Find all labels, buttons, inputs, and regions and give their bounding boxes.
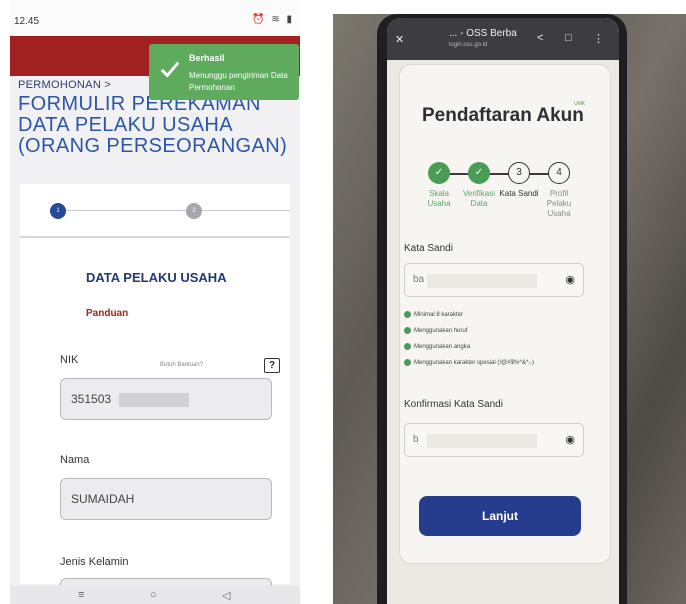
status-bar: 12.45 ⏰ ≋ ▮ [10,0,300,36]
right-phone-photo: ✕ ... - OSS Berba login.oss.go.id < □ ⋮ … [333,14,686,604]
eye-icon[interactable]: ◉ [565,264,575,296]
status-icons: ⏰ ≋ ▮ [252,14,294,25]
password-value: ba [413,274,425,285]
redacted-area [427,434,537,448]
nama-input[interactable]: SUMAIDAH [60,478,272,520]
lanjut-button[interactable]: Lanjut [419,496,581,536]
toast-title: Berhasil [189,53,225,63]
stepper-line [54,210,290,211]
check-icon [404,311,411,318]
check-icon [404,327,411,334]
stepper: 1 2 [20,184,290,238]
toast-message: Menunggu pengiriman Data Permohonan [189,71,288,92]
section-title: DATA PELAKU USAHA [86,270,227,285]
requirement-2: Menggunakan huruf [404,327,467,334]
step-label-kata-sandi: Kata Sandi [499,189,539,198]
home-icon[interactable]: ○ [150,589,157,601]
requirement-1: Minimal 8 karakter [404,311,463,318]
panduan-link[interactable]: Panduan [86,308,128,319]
confirm-password-input[interactable]: b ◉ [404,423,584,457]
check-icon [404,359,411,366]
help-button[interactable]: ? [264,358,280,373]
check-icon [404,343,411,350]
confirm-password-value: b [413,434,419,445]
step-label-skala: Skala Usaha [427,189,451,208]
jenis-kelamin-label: Jenis Kelamin [60,556,129,568]
requirement-3: Menggunakan angka [404,343,470,350]
step-profil[interactable]: 4 [548,162,570,184]
bookmark-icon[interactable]: □ [565,32,572,44]
eye-icon[interactable]: ◉ [565,424,575,456]
page-title: Pendaftaran Akun [422,105,584,126]
redacted-area [119,393,189,407]
breadcrumb[interactable]: PERMOHONAN > [18,79,111,91]
step-verifikasi-data[interactable]: ✓ [468,162,490,184]
back-icon[interactable]: ◁ [222,589,230,602]
step-label-verifikasi: Verifikasi Data [462,189,495,208]
menu-icon[interactable]: ≡ [78,589,84,601]
browser-url: login.oss.go.id [449,42,488,48]
step-2[interactable]: 2 [186,203,202,219]
close-icon[interactable]: ✕ [395,33,404,46]
success-toast[interactable]: Berhasil Menunggu pengiriman Data Permoh… [149,44,299,100]
nama-label: Nama [60,454,90,466]
form-card: 1 2 DATA PELAKU USAHA Panduan NIK 351503… [20,184,290,604]
help-text[interactable]: Butuh Bantuan? [160,362,203,368]
check-icon [160,61,180,78]
nik-label: NIK [60,354,79,366]
registration-card: Pendaftaran Akun UMK ✓ ✓ 3 4 Skala Usaha… [399,64,611,564]
phone-body: ✕ ... - OSS Berba login.oss.go.id < □ ⋮ … [377,14,627,604]
nik-input[interactable]: 351503 [60,378,272,420]
step-label-profil: Profil Pelaku Usaha [546,189,572,218]
stepper-line [440,173,556,175]
form-title: FORMULIR PEREKAMAN DATA PELAKU USAHA (OR… [18,93,288,157]
share-icon[interactable]: < [537,32,543,44]
step-1[interactable]: 1 [50,203,66,219]
more-icon[interactable]: ⋮ [593,32,604,45]
nama-value: SUMAIDAH [71,492,135,506]
android-nav-bar: ≡ ○ ◁ [10,586,300,604]
browser-bar: ✕ ... - OSS Berba login.oss.go.id < □ ⋮ [387,18,619,60]
umk-badge: UMK [574,101,586,107]
step-skala-usaha[interactable]: ✓ [428,162,450,184]
left-phone-screenshot: 12.45 ⏰ ≋ ▮ PERMOHONAN > FORMULIR PEREKA… [10,0,300,604]
requirement-4: Menggunakan karakter spesial (!@#$%^&*,-… [404,359,534,366]
nik-value: 351503 [71,392,112,406]
status-time: 12.45 [14,16,40,27]
browser-title: ... - OSS Berba [449,28,517,39]
password-input[interactable]: ba ◉ [404,263,584,297]
step-kata-sandi[interactable]: 3 [508,162,530,184]
confirm-password-label: Konfirmasi Kata Sandi [404,399,503,410]
password-label: Kata Sandi [404,243,453,254]
redacted-area [427,274,537,288]
phone-screen: ✕ ... - OSS Berba login.oss.go.id < □ ⋮ … [387,18,619,604]
